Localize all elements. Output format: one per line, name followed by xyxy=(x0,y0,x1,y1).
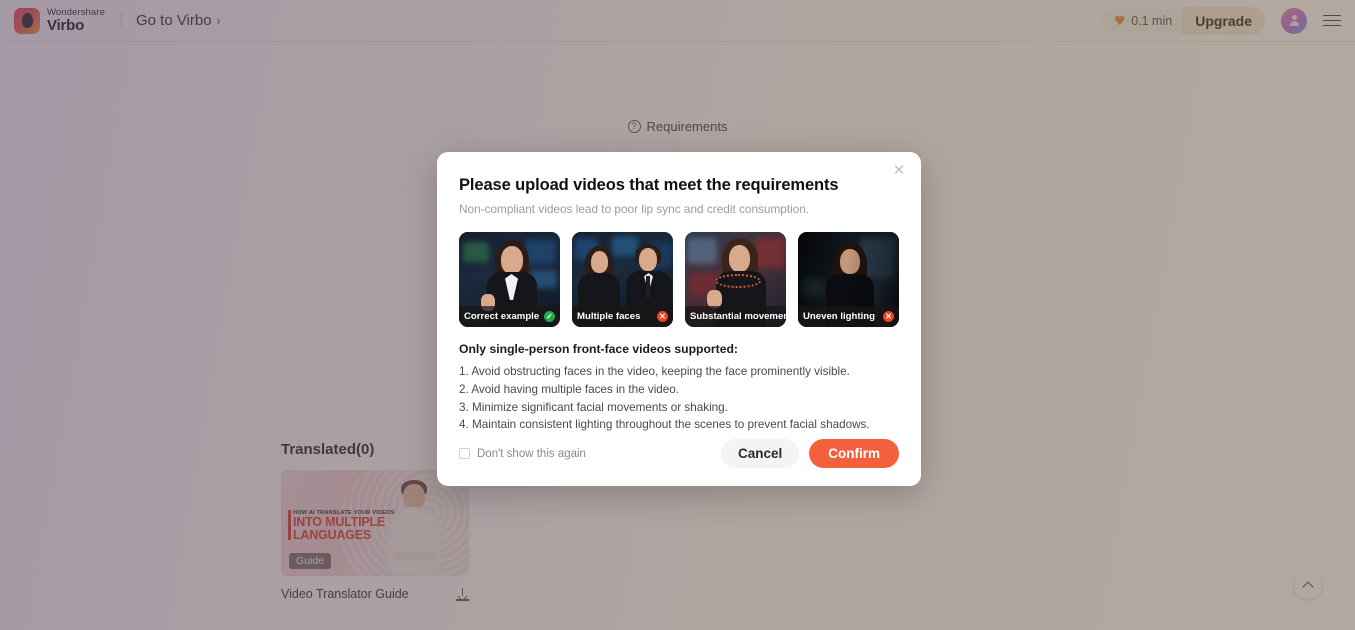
card-label-text: Uneven lighting xyxy=(803,311,875,322)
card-label-text: Correct example xyxy=(464,311,540,322)
example-card-substantial-movement[interactable]: Substantial movement ✕ xyxy=(685,232,786,327)
modal-subtitle: Non-compliant videos lead to poor lip sy… xyxy=(459,202,810,216)
confirm-button[interactable]: Confirm xyxy=(809,439,899,468)
status-badge-no: ✕ xyxy=(657,311,668,322)
card-label-row: Multiple faces ✕ xyxy=(572,306,673,327)
card-label-row: Correct example ✓ xyxy=(459,306,560,327)
requirement-item: 1. Avoid obstructing faces in the video,… xyxy=(459,365,850,378)
requirement-item: 2. Avoid having multiple faces in the vi… xyxy=(459,382,680,396)
status-badge-no: ✕ xyxy=(883,311,894,322)
requirement-item: 4. Maintain consistent lighting througho… xyxy=(459,418,870,432)
card-label-text: Multiple faces xyxy=(577,311,641,322)
checkbox-box[interactable] xyxy=(459,448,470,459)
status-badge-ok: ✓ xyxy=(544,311,555,322)
close-icon[interactable]: ✕ xyxy=(891,163,907,179)
card-label-row: Substantial movement ✕ xyxy=(685,306,786,327)
requirement-item: 3. Minimize significant facial movements… xyxy=(459,400,728,414)
example-card-uneven-lighting[interactable]: Uneven lighting ✕ xyxy=(798,232,899,327)
cancel-button[interactable]: Cancel xyxy=(720,439,800,468)
dont-show-again-label: Don't show this again xyxy=(477,447,586,460)
modal-buttons: Cancel Confirm xyxy=(720,439,899,468)
modal-footer: Don't show this again Cancel Confirm xyxy=(459,439,899,468)
requirements-list: 1. Avoid obstructing faces in the video,… xyxy=(459,363,899,434)
card-label-text: Substantial movement xyxy=(690,311,786,322)
card-label-row: Uneven lighting ✕ xyxy=(798,306,899,327)
example-card-multiple-faces[interactable]: Multiple faces ✕ xyxy=(572,232,673,327)
modal-title: Please upload videos that meet the requi… xyxy=(459,176,839,194)
requirements-modal: ✕ Please upload videos that meet the req… xyxy=(437,152,921,486)
requirements-section: Only single-person front-face videos sup… xyxy=(459,342,899,434)
requirements-heading: Only single-person front-face videos sup… xyxy=(459,342,738,356)
example-card-correct[interactable]: Correct example ✓ xyxy=(459,232,560,327)
dont-show-again-checkbox[interactable]: Don't show this again xyxy=(459,448,586,460)
example-cards: Correct example ✓ Multiple faces ✕ Subst… xyxy=(459,232,899,327)
